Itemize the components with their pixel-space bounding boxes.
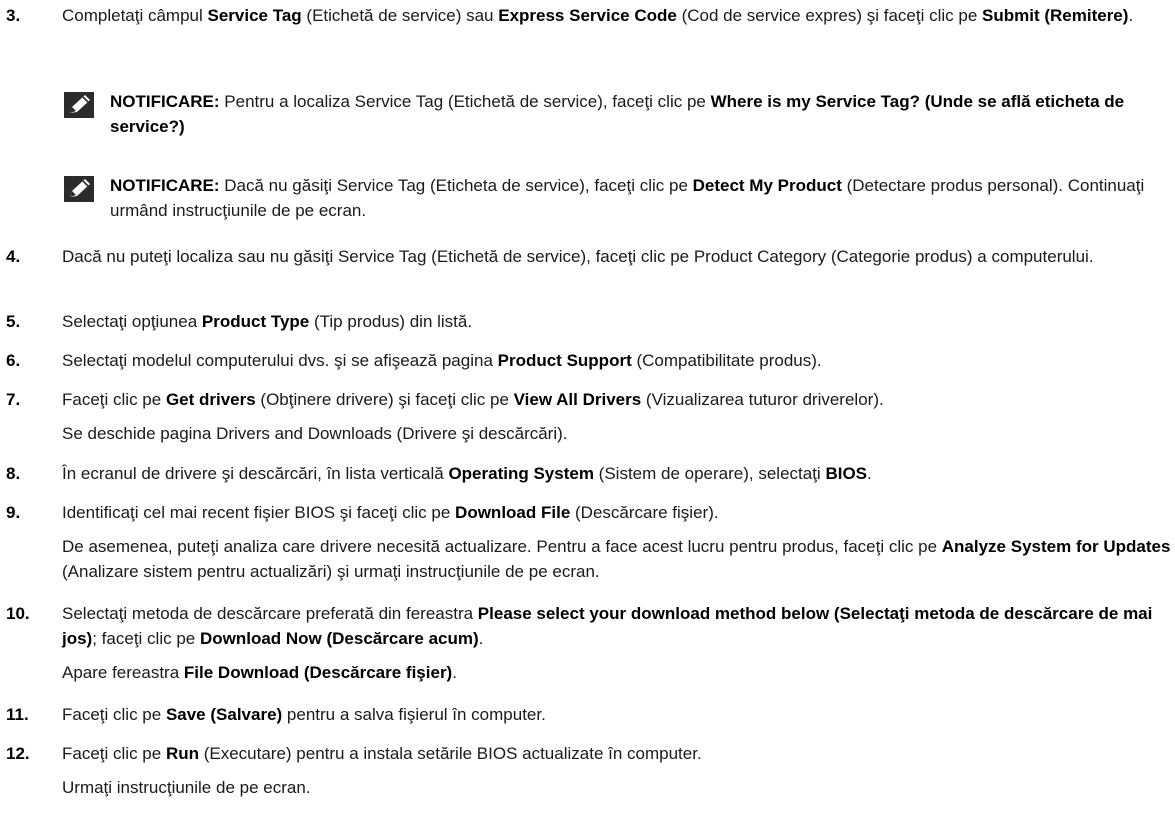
text-run: (Analizare sistem pentru actualizări) şi… bbox=[62, 562, 600, 581]
step-text: Dacă nu puteţi localiza sau nu găsiţi Se… bbox=[62, 244, 1171, 269]
step-text: Completaţi câmpul Service Tag (Etichetă … bbox=[62, 3, 1171, 28]
step-number: 6. bbox=[6, 351, 21, 370]
bold-run: View All Drivers bbox=[513, 390, 642, 409]
text-run: Dacă nu găsiţi Service Tag (Eticheta de … bbox=[219, 176, 693, 195]
text-run: . bbox=[1128, 6, 1134, 25]
text-run: ; faceţi clic pe bbox=[92, 629, 200, 648]
text-run: Faceţi clic pe bbox=[62, 390, 166, 409]
text-run: Urmaţi instrucţiunile de pe ecran. bbox=[62, 778, 311, 797]
step-text: Faceţi clic pe Save (Salvare) pentru a s… bbox=[62, 702, 1171, 727]
text-run: (Executare) pentru a instala setările BI… bbox=[198, 744, 702, 763]
bold-run: Download File bbox=[455, 503, 571, 522]
step-number: 11. bbox=[6, 705, 29, 724]
step-number: 8. bbox=[6, 464, 21, 483]
bold-run: NOTIFICARE: bbox=[110, 92, 220, 111]
step-number: 5. bbox=[6, 312, 21, 331]
text-run: În ecranul de drivere şi descărcări, în … bbox=[62, 464, 449, 483]
step-text: Selectaţi opţiunea Product Type (Tip pro… bbox=[62, 309, 1171, 334]
text-run: Selectaţi metoda de descărcare preferată… bbox=[62, 604, 478, 623]
text-run: pentru a salva fişierul în computer. bbox=[282, 705, 546, 724]
bold-run: Detect My Product bbox=[692, 176, 842, 195]
bold-run: Download Now (Descărcare acum) bbox=[199, 629, 479, 648]
text-run: Identificaţi cel mai recent fişier BIOS … bbox=[62, 503, 456, 522]
text-run: Dacă nu puteţi localiza sau nu găsiţi Se… bbox=[62, 247, 1094, 266]
pencil-note-icon bbox=[64, 92, 94, 118]
bold-run: BIOS bbox=[825, 464, 867, 483]
pencil-note-icon bbox=[64, 176, 94, 202]
bold-run: File Download (Descărcare fişier) bbox=[183, 663, 453, 682]
text-run: Selectaţi modelul computerului dvs. şi s… bbox=[62, 351, 498, 370]
step-number: 12. bbox=[6, 744, 30, 763]
note-text: NOTIFICARE: Dacă nu găsiţi Service Tag (… bbox=[110, 173, 1171, 223]
text-run: (Sistem de operare), selectaţi bbox=[593, 464, 826, 483]
text-run: De asemenea, puteţi analiza care drivere… bbox=[62, 537, 942, 556]
text-run: (Etichetă de service) sau bbox=[301, 6, 499, 25]
text-run: (Vizualizarea tuturor driverelor). bbox=[641, 390, 884, 409]
text-run: Pentru a localiza Service Tag (Etichetă … bbox=[219, 92, 711, 111]
text-run: (Compatibilitate produs). bbox=[631, 351, 822, 370]
bold-run: NOTIFICARE: bbox=[110, 176, 220, 195]
text-run: (Tip produs) din listă. bbox=[309, 312, 473, 331]
text-run: Apare fereastra bbox=[62, 663, 184, 682]
step-text: Faceţi clic pe Run (Executare) pentru a … bbox=[62, 741, 1171, 800]
step-text: Selectaţi modelul computerului dvs. şi s… bbox=[62, 348, 1171, 373]
text-run: Se deschide pagina Drivers and Downloads… bbox=[62, 424, 568, 443]
bold-run: Get drivers bbox=[165, 390, 256, 409]
step-text: Identificaţi cel mai recent fişier BIOS … bbox=[62, 500, 1171, 584]
bold-run: Submit (Remitere) bbox=[982, 6, 1129, 25]
step-text: În ecranul de drivere şi descărcări, în … bbox=[62, 461, 1171, 486]
bold-run: Operating System bbox=[448, 464, 594, 483]
step-text: Selectaţi metoda de descărcare preferată… bbox=[62, 601, 1171, 685]
text-run: . bbox=[867, 464, 872, 483]
bold-run: Run bbox=[165, 744, 199, 763]
document-page: 3. Completaţi câmpul Service Tag (Etiche… bbox=[0, 0, 1175, 827]
bold-run: Analyze System for Updates bbox=[941, 537, 1171, 556]
text-run: Faceţi clic pe bbox=[62, 705, 166, 724]
text-run: (Cod de service expres) şi faceţi clic p… bbox=[676, 6, 983, 25]
bold-run: Save (Salvare) bbox=[165, 705, 283, 724]
step-number: 10. bbox=[6, 604, 30, 623]
bold-run: Product Type bbox=[201, 312, 310, 331]
text-run: Completaţi câmpul bbox=[62, 6, 208, 25]
text-run: (Obţinere drivere) şi faceţi clic pe bbox=[255, 390, 514, 409]
text-run: Faceţi clic pe bbox=[62, 744, 166, 763]
step-number: 7. bbox=[6, 390, 21, 409]
text-run: . bbox=[452, 663, 457, 682]
bold-run: Product Support bbox=[497, 351, 632, 370]
text-run: Selectaţi opţiunea bbox=[62, 312, 202, 331]
step-number: 3. bbox=[6, 6, 21, 25]
text-run: . bbox=[478, 629, 484, 648]
bold-run: Express Service Code bbox=[498, 6, 677, 25]
step-number: 4. bbox=[6, 247, 21, 266]
step-text: Faceţi clic pe Get drivers (Obţinere dri… bbox=[62, 387, 1171, 446]
note-text: NOTIFICARE: Pentru a localiza Service Ta… bbox=[110, 89, 1171, 139]
text-run: (Descărcare fişier). bbox=[570, 503, 719, 522]
bold-run: Service Tag bbox=[207, 6, 302, 25]
step-number: 9. bbox=[6, 503, 21, 522]
